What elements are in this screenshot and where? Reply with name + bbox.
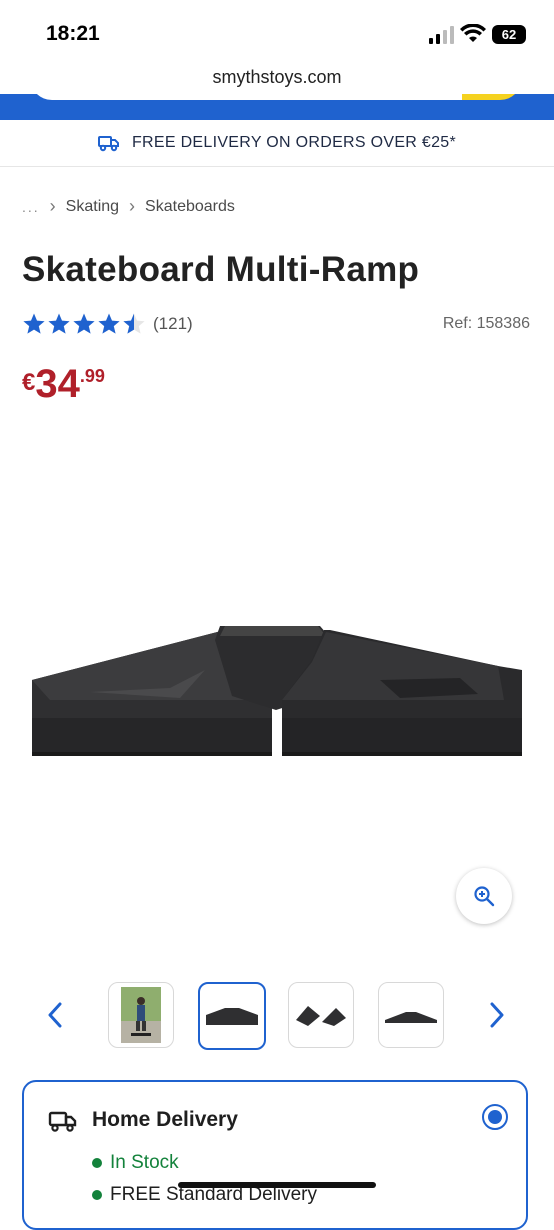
thumbnail-ramp-side[interactable] bbox=[378, 982, 444, 1048]
product-main-image[interactable] bbox=[20, 600, 534, 780]
breadcrumb: ... › Skating › Skateboards bbox=[22, 196, 235, 217]
product-title: Skateboard Multi-Ramp bbox=[22, 250, 420, 289]
status-bar: 18:21 62 bbox=[0, 0, 554, 62]
review-count[interactable]: (121) bbox=[153, 314, 193, 334]
status-time: 18:21 bbox=[46, 22, 100, 45]
price-main: 34 bbox=[35, 362, 80, 406]
breadcrumb-item-skating[interactable]: Skating bbox=[66, 198, 119, 216]
thumbnail-image bbox=[385, 1012, 437, 1023]
chevron-right-icon[interactable] bbox=[486, 1000, 508, 1030]
chevron-right-icon: › bbox=[129, 196, 136, 216]
thumbnail-carousel bbox=[0, 982, 554, 1052]
zoom-button[interactable] bbox=[456, 868, 512, 924]
radio-selected-dot bbox=[488, 1110, 502, 1124]
chevron-left-icon[interactable] bbox=[44, 1000, 66, 1030]
search-button[interactable] bbox=[462, 94, 522, 100]
breadcrumb-item-skateboards[interactable]: Skateboards bbox=[145, 198, 235, 216]
cellular-signal-icon bbox=[429, 26, 454, 44]
home-delivery-option[interactable]: Home Delivery In Stock FREE Standard Del… bbox=[22, 1080, 528, 1230]
thumbnail-image bbox=[296, 1006, 346, 1026]
star-full-icon bbox=[48, 313, 70, 334]
thumbnail-ramp-front[interactable] bbox=[198, 982, 266, 1050]
product-ref: Ref: 158386 bbox=[442, 315, 530, 332]
delivery-truck-icon bbox=[48, 1111, 77, 1132]
delivery-truck-icon bbox=[97, 136, 119, 152]
status-dot bbox=[92, 1158, 102, 1168]
price-cents: .99 bbox=[79, 366, 105, 386]
star-full-icon bbox=[23, 313, 45, 334]
status-dot bbox=[92, 1190, 102, 1200]
home-delivery-title: Home Delivery bbox=[92, 1108, 238, 1131]
product-price: € 34 .99 bbox=[22, 362, 105, 406]
url-bar[interactable]: smythstoys.com bbox=[0, 62, 554, 92]
home-indicator[interactable] bbox=[178, 1182, 376, 1188]
search-bar[interactable] bbox=[30, 94, 500, 100]
zoom-in-icon bbox=[474, 886, 495, 907]
star-full-icon bbox=[73, 313, 95, 334]
thumbnail-image bbox=[206, 1008, 258, 1025]
stock-status: In Stock bbox=[92, 1152, 179, 1174]
site-header bbox=[0, 94, 554, 120]
stock-text: In Stock bbox=[110, 1152, 179, 1173]
free-delivery-text: FREE DELIVERY ON ORDERS OVER €25* bbox=[131, 134, 457, 151]
battery-indicator: 62 bbox=[492, 25, 526, 44]
wifi-icon bbox=[460, 24, 486, 42]
home-delivery-radio[interactable] bbox=[482, 1104, 508, 1130]
thumbnail-image bbox=[121, 987, 161, 1043]
product-rating[interactable]: (121) bbox=[22, 312, 193, 336]
star-half-icon bbox=[123, 313, 145, 334]
chevron-right-icon: › bbox=[49, 196, 56, 216]
star-full-icon bbox=[98, 313, 120, 334]
breadcrumb-ellipsis[interactable]: ... bbox=[22, 199, 40, 215]
free-delivery-banner[interactable]: FREE DELIVERY ON ORDERS OVER €25* bbox=[0, 120, 554, 167]
thumbnail-ramp-pair[interactable] bbox=[288, 982, 354, 1048]
thumbnail-skater-photo[interactable] bbox=[108, 982, 174, 1048]
price-currency: € bbox=[22, 369, 36, 396]
